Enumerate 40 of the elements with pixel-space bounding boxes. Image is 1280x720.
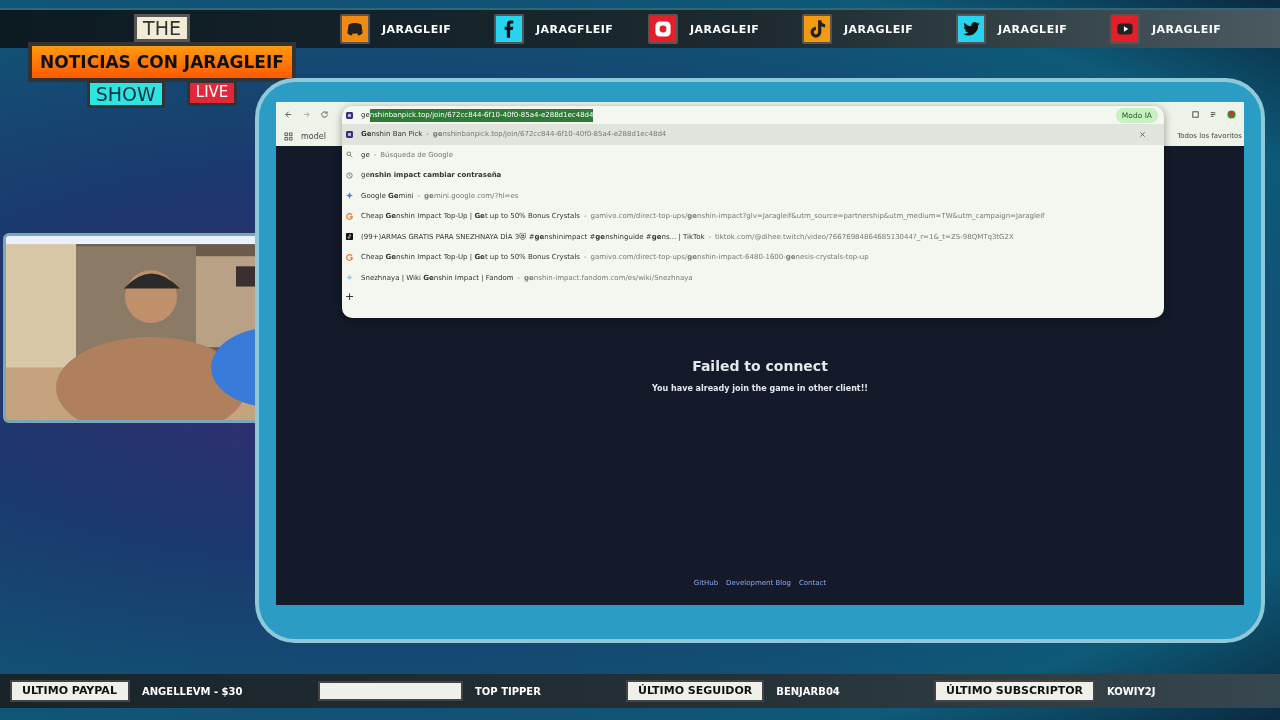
social-handle: JARAGLEIF xyxy=(690,22,760,36)
site-icon xyxy=(346,111,353,119)
alert-label: ÚLTIMO SEGUIDOR xyxy=(626,680,765,702)
close-icon[interactable] xyxy=(1139,130,1146,138)
show-title: NOTICIAS CON JARAGLEIF xyxy=(28,42,296,82)
bookmark-link[interactable]: model xyxy=(301,131,326,141)
alert-value: BENJARB04 xyxy=(776,685,840,697)
g-logo-icon xyxy=(346,253,353,261)
error-message: You have already join the game in other client!! xyxy=(652,384,868,393)
alert-value: TOP TIPPER xyxy=(475,685,541,697)
error-heading: Failed to connect xyxy=(692,358,828,374)
facebook-icon xyxy=(494,14,524,44)
social-handle: JARAGLEIF xyxy=(844,22,914,36)
social-handle: JARAGFLEIF xyxy=(536,22,614,36)
social-handle: JARAGLEIF xyxy=(1152,22,1222,36)
apps-icon[interactable] xyxy=(284,131,293,141)
alert-value: KOWIY2J xyxy=(1107,685,1156,697)
site-icon xyxy=(346,130,353,138)
sparkle-icon xyxy=(346,192,353,200)
add-button[interactable]: + xyxy=(342,290,1164,303)
play-icon xyxy=(1110,14,1140,44)
social-handle: JARAGLEIF xyxy=(382,22,452,36)
g-logo-icon xyxy=(346,212,353,220)
camera-icon xyxy=(648,14,678,44)
alert-label: ÚLTIMO SUBSCRIPTOR xyxy=(934,680,1096,702)
search-icon xyxy=(346,151,353,159)
clock-icon xyxy=(346,171,353,179)
avatar-icon[interactable] xyxy=(1227,109,1236,119)
live-badge: LIVE xyxy=(186,80,238,106)
alert-label: ULTIMO PAYPAL xyxy=(10,680,130,702)
back-icon[interactable] xyxy=(284,109,293,119)
sparkle-icon xyxy=(346,274,353,282)
logo-show: SHOW xyxy=(86,80,165,108)
music-note-icon xyxy=(802,14,832,44)
bird-icon xyxy=(956,14,986,44)
social-handle: JARAGLEIF xyxy=(998,22,1068,36)
logo-the: THE xyxy=(134,14,190,42)
reload-icon[interactable] xyxy=(320,109,329,119)
alert-value: ANGELLEVM - $30 xyxy=(142,685,243,697)
site-icon xyxy=(346,233,353,241)
